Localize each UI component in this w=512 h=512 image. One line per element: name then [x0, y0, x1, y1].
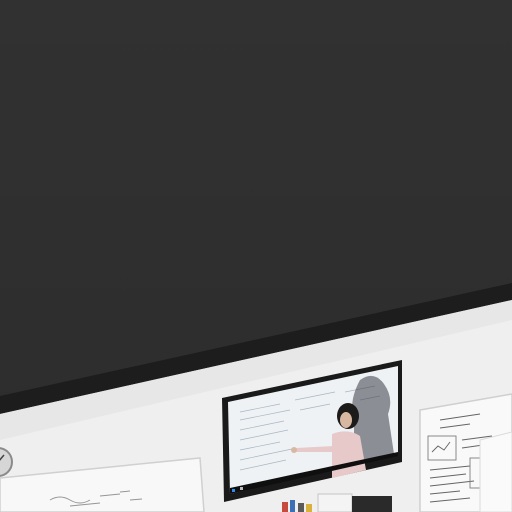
taskbar-search-icon: [240, 487, 243, 490]
side-cabinet: [479, 431, 512, 512]
taskbar-start-icon: [232, 489, 235, 492]
office-scene: [0, 0, 512, 512]
wall-and-trim: [0, 283, 512, 512]
